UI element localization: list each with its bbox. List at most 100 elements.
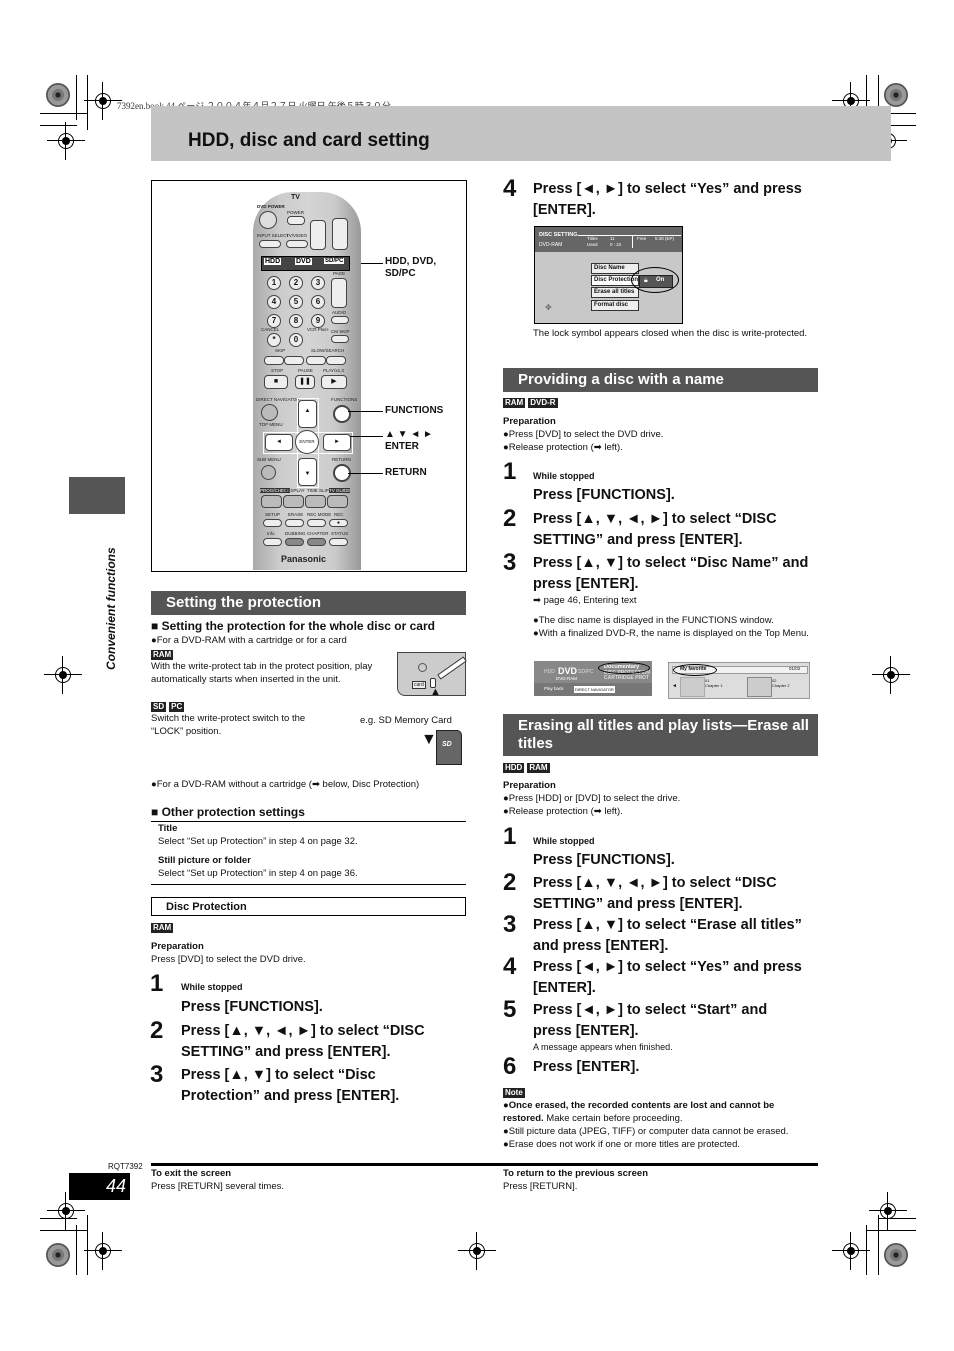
- screen-used-value: 0 : 22: [610, 242, 622, 247]
- disc-setting-screen: DISC SETTING DVD-RAM Titles 11 Used 0 : …: [534, 226, 683, 324]
- screen-sdpc-label: SD/PC: [578, 669, 594, 675]
- preparation-label: Preparation: [503, 416, 556, 427]
- label-cancel: CANCEL: [261, 327, 280, 332]
- cancel-star-button: *: [267, 333, 281, 347]
- registration-mark-icon: [47, 1192, 85, 1230]
- menu-item-erase-all-titles: Erase all titles: [591, 287, 639, 298]
- screen-free-value: 5:38 (EP): [655, 236, 675, 241]
- step-text: Press [◄, ►] to select “Yes” and press […: [533, 181, 802, 218]
- arrow-down-icon: ▼: [421, 731, 437, 748]
- side-tab: [69, 477, 125, 514]
- lock-caption: The lock symbol appears closed when the …: [533, 328, 808, 339]
- page-indicator: 01/02: [789, 666, 801, 671]
- prog-check-button: [261, 495, 282, 508]
- direct-navigator-button: [261, 404, 278, 421]
- callout-line: [361, 263, 383, 264]
- right-arrow-button: ►: [323, 434, 351, 451]
- registration-mark-icon: [44, 656, 82, 694]
- screen-titles-value: 11: [610, 236, 615, 241]
- remote-control-illustration: DVD POWER TV POWER INPUT SELECT TV/VIDEO…: [253, 192, 361, 570]
- highlight-ellipse: [673, 664, 717, 676]
- step-number: 2: [150, 1017, 164, 1044]
- cartridge-label: card: [412, 681, 426, 689]
- step-number: 5: [503, 996, 517, 1023]
- page-number: 44: [69, 1173, 130, 1200]
- input-select-button: [259, 240, 281, 248]
- audio-button: [331, 316, 349, 324]
- top-menu-screen: My favorite 01/02 ◄ 01 Chapter 1 02 Chap…: [668, 662, 810, 699]
- cartridge-illustration: card ▲: [397, 652, 467, 698]
- label-power: POWER: [287, 210, 305, 215]
- step-number: 3: [150, 1061, 164, 1088]
- chapter-label: Chapter 2: [772, 683, 790, 688]
- step-text: Press [▲, ▼, ◄, ►] to select “DISC SETTI…: [181, 1023, 425, 1060]
- exit-text: Press [RETURN] several times.: [151, 1181, 285, 1192]
- brand-logo: Panasonic: [281, 554, 327, 564]
- screen-titles-label: Titles: [587, 236, 598, 241]
- step-text: Press [▲, ▼] to select “Disc Name” and p…: [533, 555, 809, 592]
- screen-free-label: Free: [637, 236, 647, 241]
- label-input-select: INPUT SELECT: [257, 233, 290, 238]
- badge-ram: RAM: [503, 398, 526, 408]
- display-button: [283, 495, 304, 508]
- label-sub-menu: SUB MENU: [257, 457, 281, 462]
- rec-button: ●: [329, 519, 348, 527]
- left-arrow-button: ◄: [265, 434, 293, 451]
- step-text: Press [FUNCTIONS].: [181, 999, 323, 1015]
- badge-ram: RAM: [151, 923, 174, 933]
- status-button: [329, 538, 348, 546]
- registration-mark-icon: [84, 82, 122, 120]
- dubbing-button: [285, 538, 304, 546]
- label-skip: SKIP: [275, 348, 286, 353]
- pause-button: ❚❚: [295, 375, 315, 389]
- step-number: 3: [503, 911, 517, 938]
- note-badge: Note: [503, 1088, 525, 1098]
- num-0-button: 0: [289, 333, 303, 347]
- screen-dvd-label: DVD: [558, 666, 578, 676]
- label-cm-skip: CM SKIP: [331, 329, 350, 334]
- doc-code: RQT7392: [108, 1162, 143, 1171]
- callout-line: [348, 411, 383, 412]
- step-number: 6: [503, 1053, 517, 1080]
- label-setup: SETUP: [265, 512, 281, 517]
- sd-instruction: Switch the write-protect switch to the “…: [151, 713, 306, 737]
- callout-return: RETURN: [385, 467, 427, 478]
- label-dvd-power: DVD POWER: [257, 204, 285, 209]
- sd-card-illustration: SD: [436, 730, 462, 765]
- step-precondition: While stopped: [181, 982, 243, 992]
- hdd-button: HDD: [264, 258, 282, 265]
- num-2-button: 2: [289, 276, 303, 290]
- label-stop: STOP: [271, 368, 284, 373]
- heading-whole-disc: ■ Setting the protection for the whole d…: [151, 619, 435, 633]
- down-arrow-button: ▼: [298, 458, 317, 486]
- divider: [151, 821, 466, 822]
- screen-line: CARTRIDGE PROT: [604, 675, 649, 681]
- num-6-button: 6: [311, 295, 325, 309]
- step-text: Press [◄, ►] to select “Start” and press…: [533, 1002, 768, 1039]
- label-slow-search: SLOW/SEARCH: [311, 348, 345, 353]
- highlight-ellipse: [598, 662, 650, 674]
- sd-caption: e.g. SD Memory Card: [360, 715, 452, 726]
- label-time-slip: TIME SLIP: [307, 488, 329, 493]
- step-number: 1: [150, 970, 164, 997]
- registration-mark-icon: [872, 656, 910, 694]
- label-pause: PAUSE: [298, 368, 313, 373]
- badge-hdd: HDD: [503, 763, 525, 773]
- page-title: HDD, disc and card setting: [188, 130, 430, 151]
- preparation-item: ●Press [HDD] or [DVD] to select the driv…: [503, 793, 681, 804]
- label-play: PLAY/x1.3: [323, 368, 344, 373]
- rewind-button: [306, 356, 326, 365]
- note-item: ●The disc name is displayed in the FUNCT…: [533, 615, 774, 626]
- sub-menu-button: [261, 465, 276, 480]
- preparation-label: Preparation: [503, 780, 556, 791]
- step-number: 2: [503, 505, 517, 532]
- step-text: Press [▲, ▼, ◄, ►] to select “DISC SETTI…: [533, 511, 777, 548]
- pen-tip-icon: [437, 656, 467, 680]
- label-info: Info: [267, 531, 275, 536]
- step-text: Press [FUNCTIONS].: [533, 852, 675, 868]
- label-tv: TV: [291, 194, 300, 201]
- screen-disc-type: DVD-RAM: [556, 676, 577, 681]
- step-postnote: A message appears when finished.: [533, 1042, 673, 1052]
- step-text: Press [▲, ▼] to select “Disc Protection”…: [181, 1067, 400, 1104]
- info-button: [263, 538, 282, 546]
